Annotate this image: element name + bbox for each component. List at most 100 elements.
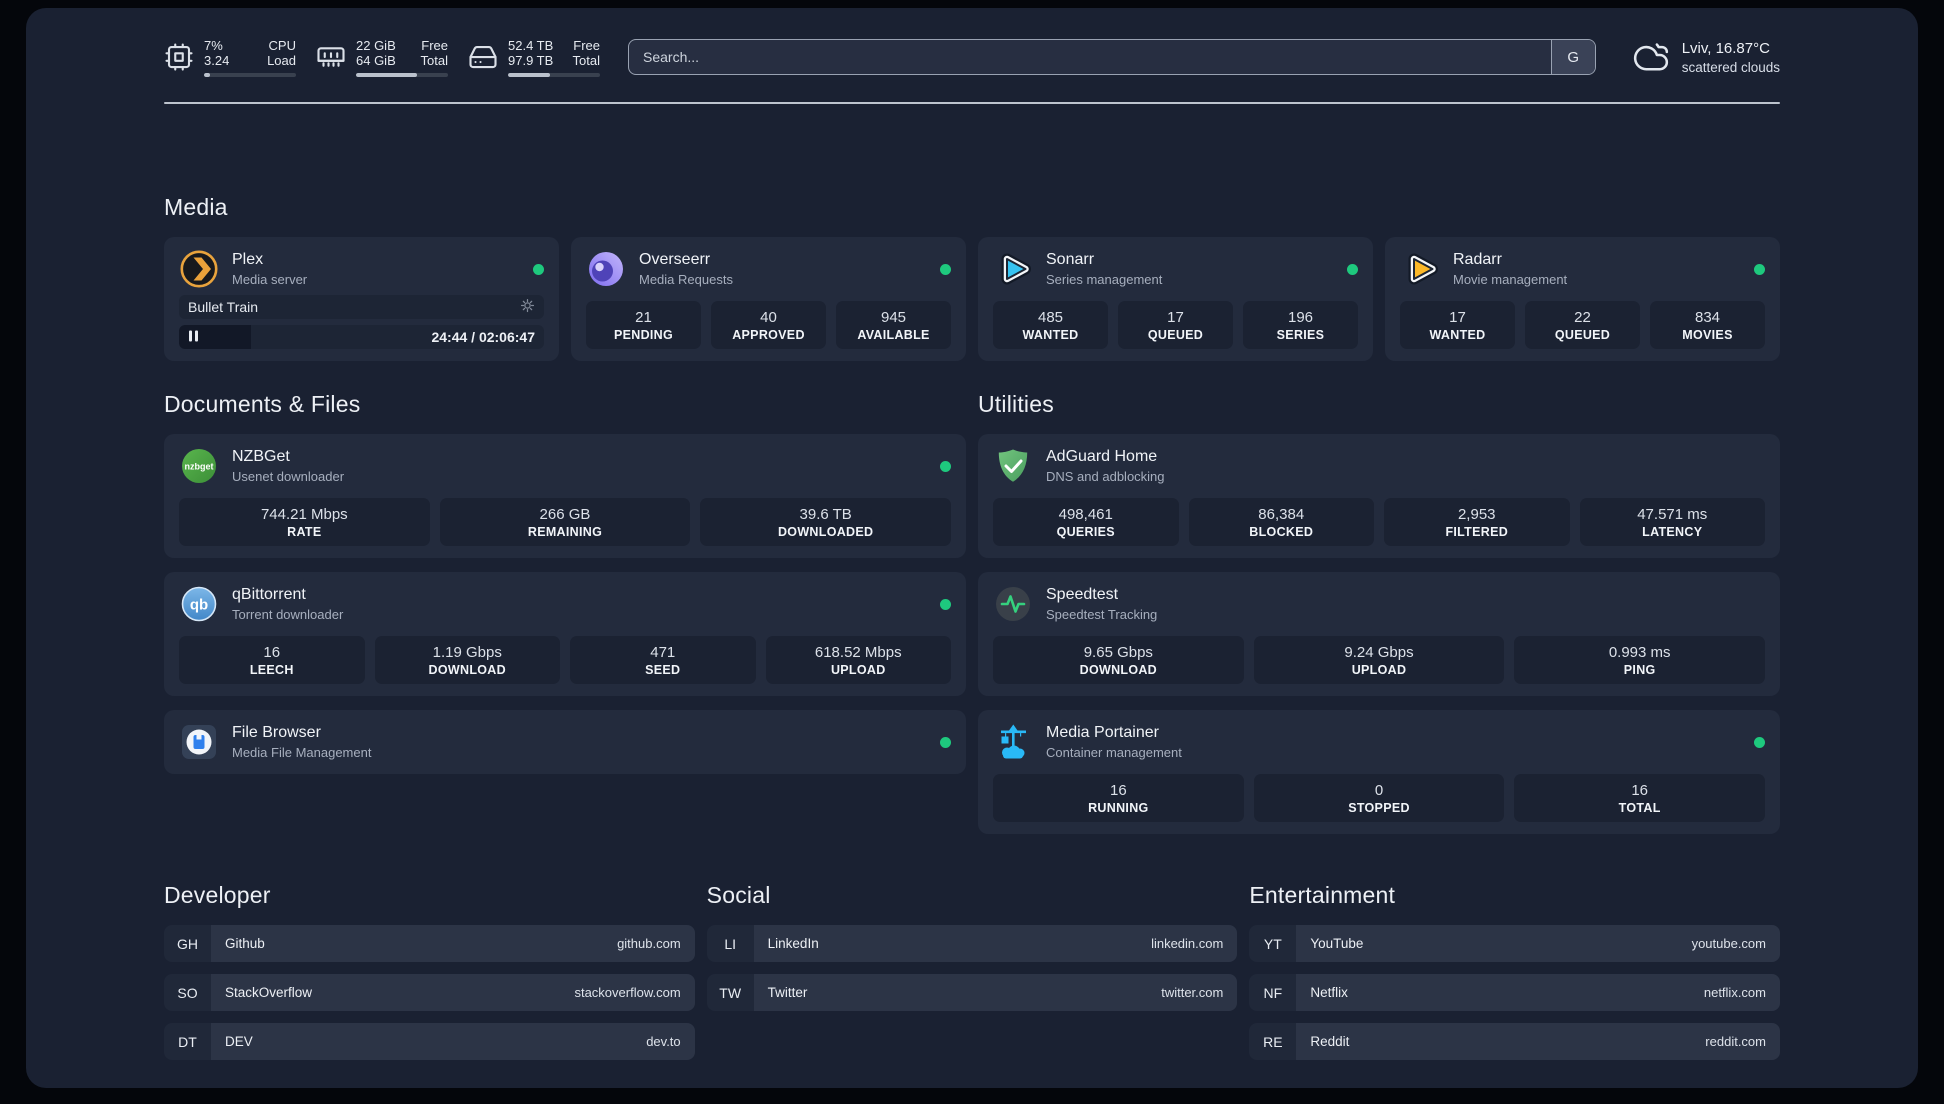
bookmark-name: YouTube	[1310, 936, 1364, 951]
stat-label: PING	[1623, 662, 1656, 677]
app-card-qbittorrent[interactable]: qb qBittorrent Torrent downloader 16 LEEC…	[164, 572, 966, 696]
bookmark-youtube[interactable]: YT YouTube youtube.com	[1249, 925, 1780, 962]
disk-monitor: 52.4 TB Free 97.9 TB Total	[468, 38, 600, 77]
section-social: Social LI LinkedIn linkedin.com TW Twitter tw…	[706, 882, 1238, 1011]
top-bar: 7% CPU 3.24 Load 22 GiB Free 64 GiB Total	[164, 36, 1780, 78]
overseerr-icon	[586, 249, 626, 289]
stat-label: UPLOAD	[1351, 662, 1407, 677]
bookmark-abbr: LI	[706, 925, 754, 962]
app-card-overseerr[interactable]: Overseerr Media Requests 21 PENDING 40 APPR…	[571, 237, 966, 361]
pause-icon	[188, 329, 199, 345]
app-card-adguard[interactable]: AdGuard Home DNS and adblocking 498,461 Q…	[978, 434, 1780, 558]
bookmark-name: LinkedIn	[767, 936, 819, 951]
app-card-nzbget[interactable]: nzbget NZBGet Usenet downloader 744.21 M…	[164, 434, 966, 558]
radarr-icon	[1400, 249, 1440, 289]
bookmark-dev[interactable]: DT DEV dev.to	[164, 1023, 695, 1060]
stat-label: QUERIES	[1056, 524, 1115, 539]
header-divider	[164, 102, 1780, 104]
stat-label: MOVIES	[1682, 327, 1733, 342]
app-description: DNS and adblocking	[1046, 469, 1165, 484]
app-name: Sonarr	[1046, 251, 1095, 268]
bookmark-reddit[interactable]: RE Reddit reddit.com	[1249, 1023, 1780, 1060]
search-provider-button[interactable]: G	[1550, 40, 1595, 74]
disk-progress-fill	[508, 72, 551, 77]
app-card-filebrowser[interactable]: File Browser Media File Management	[164, 710, 966, 774]
stat-tile: 0.993 ms PING	[1514, 636, 1765, 684]
status-dot-online	[940, 263, 951, 275]
bookmark-name: Twitter	[767, 985, 808, 1000]
stat-value: 22	[1574, 308, 1591, 326]
cpu-usage-value: 7%	[204, 37, 223, 53]
stat-label: REMAINING	[527, 524, 603, 539]
bookmark-twitter[interactable]: TW Twitter twitter.com	[706, 974, 1238, 1011]
ram-icon	[316, 42, 346, 72]
stat-tile: 16 TOTAL	[1514, 774, 1765, 822]
ram-total-value: 64 GiB	[356, 53, 396, 68]
section-title-developer: Developer	[164, 882, 271, 908]
system-monitors: 7% CPU 3.24 Load 22 GiB Free 64 GiB Total	[164, 38, 600, 77]
bookmark-github[interactable]: GH Github github.com	[164, 925, 695, 962]
ram-monitor: 22 GiB Free 64 GiB Total	[316, 38, 448, 77]
stat-label: QUEUED	[1554, 327, 1611, 342]
filebrowser-icon	[179, 722, 219, 762]
app-card-speedtest[interactable]: Speedtest Speedtest Tracking 9.65 Gbps DO…	[978, 572, 1780, 696]
bookmark-url: netflix.com	[1703, 985, 1766, 1000]
ram-progress-fill	[356, 72, 417, 77]
app-card-sonarr[interactable]: Sonarr Series management 485 WANTED 17 QUEU…	[978, 237, 1373, 361]
stat-tile: 16 RUNNING	[993, 774, 1244, 822]
plex-icon	[179, 249, 219, 289]
stat-tile: 0 STOPPED	[1253, 774, 1505, 822]
stat-value: 471	[650, 643, 676, 661]
ram-free-label: Free	[421, 37, 448, 53]
stat-value: 17	[1167, 308, 1184, 326]
stat-value: 266 GB	[539, 505, 591, 523]
stat-label: RATE	[287, 524, 322, 539]
bookmark-abbr: NF	[1249, 974, 1297, 1011]
qbittorrent-icon: qb	[179, 584, 219, 624]
bookmark-url: twitter.com	[1161, 985, 1224, 1000]
bookmark-abbr: SO	[164, 974, 211, 1011]
status-dot-online	[940, 598, 951, 610]
stat-value: 618.52 Mbps	[814, 643, 902, 661]
app-name: File Browser	[232, 724, 321, 741]
sonarr-icon	[993, 249, 1033, 289]
cpu-icon	[164, 42, 194, 72]
stat-tile: 485 WANTED	[993, 301, 1108, 349]
section-title-social: Social	[706, 882, 771, 908]
disk-total-label: Total	[572, 53, 600, 68]
portainer-icon	[993, 722, 1033, 762]
stat-label: DOWNLOADED	[777, 524, 874, 539]
cpu-progress-fill	[204, 72, 211, 77]
stat-tile: 39.6 TB DOWNLOADED	[700, 498, 951, 546]
stat-tile: 498,461 QUERIES	[993, 498, 1179, 546]
stat-value: 40	[760, 308, 777, 326]
disk-progress-bar	[508, 72, 600, 77]
stat-value: 2,953	[1457, 505, 1496, 523]
stat-tile: 40 APPROVED	[711, 301, 826, 349]
section-entertainment: Entertainment YT YouTube youtube.com NF Netf…	[1249, 882, 1780, 1060]
app-card-radarr[interactable]: Radarr Movie management 17 WANTED 22 QUEUED…	[1385, 237, 1780, 361]
stat-value: 16	[1631, 781, 1648, 799]
search-input[interactable]	[628, 39, 1596, 75]
stat-value: 498,461	[1058, 505, 1113, 523]
stat-value: 0	[1374, 781, 1384, 799]
status-dot-online	[533, 263, 544, 275]
bookmark-abbr: TW	[706, 974, 754, 1011]
stat-value: 86,384	[1258, 505, 1305, 523]
svg-text:nzbget: nzbget	[185, 462, 214, 472]
bookmark-abbr: YT	[1249, 925, 1297, 962]
app-card-portainer[interactable]: Media Portainer Container management 16 R…	[978, 710, 1780, 834]
bookmark-stackoverflow[interactable]: SO StackOverflow stackoverflow.com	[164, 974, 695, 1011]
app-card-plex[interactable]: Plex Media server Bullet Train 24:44 / 0…	[164, 237, 559, 361]
bookmark-linkedin[interactable]: LI LinkedIn linkedin.com	[706, 925, 1238, 962]
nzbget-icon: nzbget	[179, 446, 219, 486]
section-title-utilities: Utilities	[978, 391, 1054, 417]
cloud-icon	[1632, 36, 1670, 79]
bookmark-netflix[interactable]: NF Netflix netflix.com	[1249, 974, 1780, 1011]
cpu-load-value: 3.24	[204, 53, 230, 68]
cpu-load-label: Load	[267, 53, 296, 68]
app-description: Media server	[232, 272, 308, 287]
stat-label: SERIES	[1276, 327, 1325, 342]
stat-label: LEECH	[249, 662, 294, 677]
stat-tile: 834 MOVIES	[1650, 301, 1765, 349]
